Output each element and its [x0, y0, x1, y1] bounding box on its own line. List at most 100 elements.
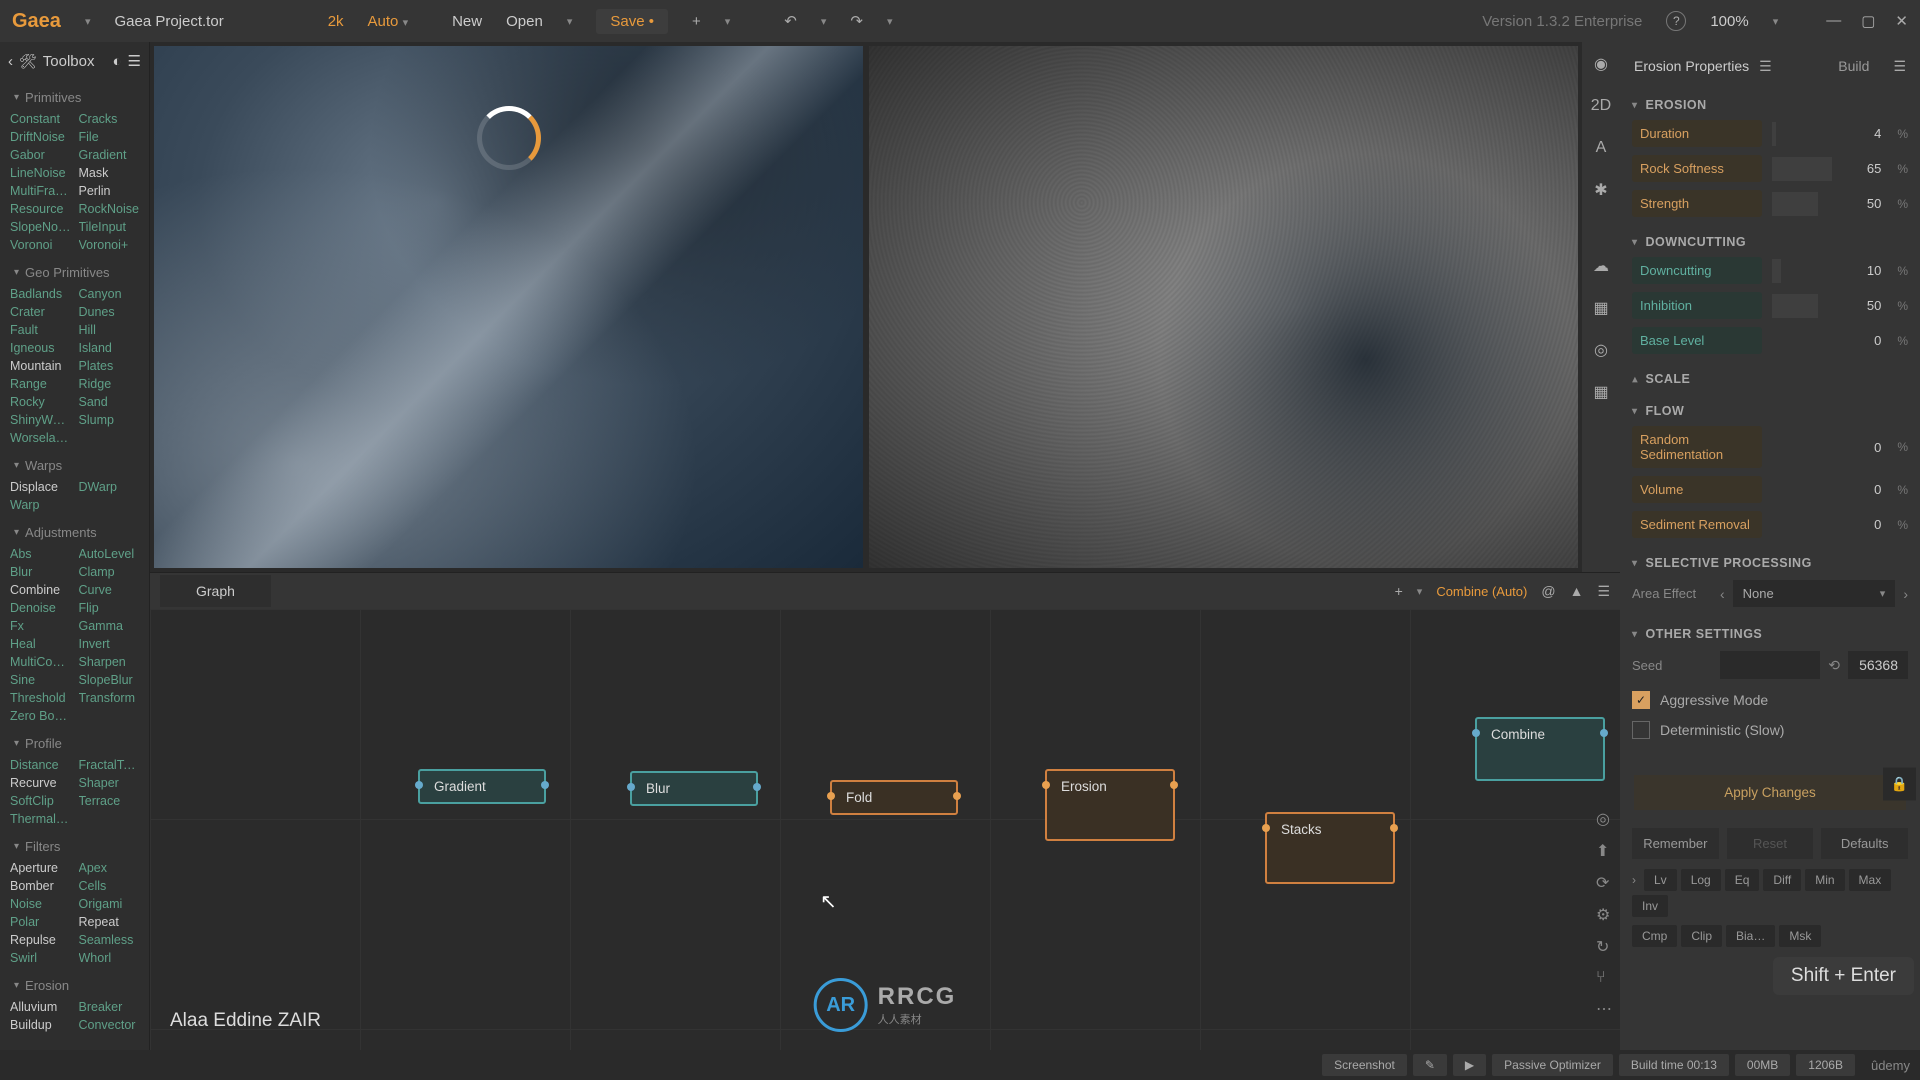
node-icon[interactable]: ◎	[1596, 809, 1612, 829]
branch-icon[interactable]: ⑂	[1596, 969, 1612, 987]
pill-lv[interactable]: Lv	[1644, 869, 1677, 891]
viewport-tool-4[interactable]: ☁	[1587, 252, 1615, 280]
toolbox-item[interactable]: Dunes	[79, 304, 140, 320]
chevron-left-icon[interactable]: ‹	[8, 53, 13, 70]
toolbox-item[interactable]: Slump	[79, 412, 140, 428]
prop-row[interactable]: Downcutting10%	[1626, 253, 1914, 288]
seed-randomize-icon[interactable]: ⟲	[1828, 657, 1840, 674]
toolbox-item[interactable]: SlopeNoise	[10, 219, 71, 235]
toolbox-item[interactable]	[79, 430, 140, 446]
node-stacks[interactable]: Stacks	[1265, 812, 1395, 884]
toolbox-item[interactable]: Repulse	[10, 932, 71, 948]
toolbox-item[interactable]: Plates	[79, 358, 140, 374]
viewport-3d[interactable]	[154, 46, 863, 568]
toolbox-item[interactable]: RockNoise	[79, 201, 140, 217]
prop-row[interactable]: Random Sedimentation0%	[1626, 422, 1914, 472]
save-button[interactable]: Save •	[596, 9, 668, 34]
toolbox-item[interactable]: MultiCom…	[10, 654, 71, 670]
viewport-2d[interactable]	[869, 46, 1578, 568]
undo-chevron[interactable]: ▾	[821, 15, 827, 28]
prop-row[interactable]: Base Level0%	[1626, 323, 1914, 358]
toolbox-item[interactable]: Igneous	[10, 340, 71, 356]
toolbox-item[interactable]: Canyon	[79, 286, 140, 302]
save-chevron[interactable]: ▾	[725, 15, 731, 28]
toolbox-item[interactable]: Displace	[10, 479, 71, 495]
toolbox-item[interactable]: Aperture	[10, 860, 71, 876]
flow-section[interactable]: ▾FLOW	[1626, 400, 1914, 422]
toolbox-item[interactable]: Worselands	[10, 430, 71, 446]
toolbox-item[interactable]: Mountain	[10, 358, 71, 374]
toolbox-item[interactable]	[79, 708, 140, 724]
prop-row[interactable]: Duration4%	[1626, 116, 1914, 151]
pill-inv[interactable]: Inv	[1632, 895, 1668, 917]
toolbox-item[interactable]: Swirl	[10, 950, 71, 966]
toolbox-item[interactable]: SlopeBlur	[79, 672, 140, 688]
auto-button[interactable]: Auto	[368, 13, 399, 30]
toolbox-item[interactable]: Invert	[79, 636, 140, 652]
toolbox-item[interactable]: Hill	[79, 322, 140, 338]
maximize-icon[interactable]: ▢	[1861, 12, 1875, 30]
downcutting-section[interactable]: ▾DOWNCUTTING	[1626, 231, 1914, 253]
toolbox-item[interactable]: Recurve	[10, 775, 71, 791]
toolbox-item[interactable]: Gamma	[79, 618, 140, 634]
toolbox-item[interactable]: Voronoi+	[79, 237, 140, 253]
node-blur[interactable]: Blur	[630, 771, 758, 806]
toolbox-item[interactable]: Combine	[10, 582, 71, 598]
viewport-tool-0[interactable]: ◉	[1587, 50, 1615, 78]
section-primitives[interactable]: ▾Primitives	[6, 86, 143, 109]
logo-chevron[interactable]: ▾	[85, 15, 91, 28]
viewport-tool-1[interactable]: 2D	[1587, 92, 1615, 120]
build-menu-icon[interactable]: ☰	[1893, 58, 1906, 75]
toolbox-menu-icon[interactable]: ☰	[128, 52, 141, 70]
toolbox-item[interactable]: Terrace	[79, 793, 140, 809]
prop-row[interactable]: Volume0%	[1626, 472, 1914, 507]
toolbox-item[interactable]: Convector	[79, 1017, 140, 1033]
erosion-section[interactable]: ▾EROSION	[1626, 94, 1914, 116]
node-combine[interactable]: Combine	[1475, 717, 1605, 781]
app-logo[interactable]: Gaea	[12, 10, 61, 33]
section-adjustments[interactable]: ▾Adjustments	[6, 521, 143, 544]
aggressive-checkbox[interactable]: ✓	[1632, 691, 1650, 709]
section-filters[interactable]: ▾Filters	[6, 835, 143, 858]
play-icon[interactable]: ▶	[1453, 1054, 1486, 1076]
graph-menu-icon[interactable]: ☰	[1597, 583, 1610, 600]
apply-button[interactable]: Apply Changes	[1634, 775, 1906, 810]
pill-bia…[interactable]: Bia…	[1726, 925, 1775, 947]
node-gradient[interactable]: Gradient	[418, 769, 546, 804]
toolbox-item[interactable]: ThermalS…	[10, 811, 71, 827]
selective-processing-section[interactable]: ▾SELECTIVE PROCESSING	[1626, 552, 1914, 574]
auto-chevron[interactable]: ▾	[403, 17, 409, 29]
toolbox-item[interactable]: Resource	[10, 201, 71, 217]
viewport-tool-2[interactable]: A	[1587, 134, 1615, 162]
new-button[interactable]: New	[452, 13, 482, 30]
toolbox-item[interactable]: Fault	[10, 322, 71, 338]
toolbox-item[interactable]: Zero Bord…	[10, 708, 71, 724]
prop-row[interactable]: Sediment Removal0%	[1626, 507, 1914, 542]
toolbox-item[interactable]: Whorl	[79, 950, 140, 966]
toolbox-item[interactable]: Transform	[79, 690, 140, 706]
toolbox-item[interactable]	[79, 497, 140, 513]
section-erosion[interactable]: ▾Erosion	[6, 974, 143, 997]
viewport-tool-7[interactable]: ▦	[1587, 378, 1615, 406]
toolbox-item[interactable]: Buildup	[10, 1017, 71, 1033]
pill-cmp[interactable]: Cmp	[1632, 925, 1677, 947]
node-fold[interactable]: Fold	[830, 780, 958, 815]
toolbox-item[interactable]: Mask	[79, 165, 140, 181]
more-icon[interactable]: ⋯	[1596, 999, 1612, 1019]
toolbox-item[interactable]: Threshold	[10, 690, 71, 706]
remember-button[interactable]: Remember	[1632, 828, 1719, 859]
help-icon[interactable]: ?	[1666, 11, 1686, 31]
other-settings-section[interactable]: ▾OTHER SETTINGS	[1626, 623, 1914, 645]
toolbox-item[interactable]: Denoise	[10, 600, 71, 616]
pen-icon[interactable]: ✎	[1413, 1054, 1447, 1076]
pill-msk[interactable]: Msk	[1779, 925, 1821, 947]
toolbox-item[interactable]: Bomber	[10, 878, 71, 894]
reset-button[interactable]: Reset	[1727, 828, 1814, 859]
gear-icon[interactable]: ⚙	[1596, 905, 1612, 925]
toolbox-item[interactable]: Sine	[10, 672, 71, 688]
add-chevron[interactable]: ▾	[1417, 585, 1423, 598]
toolbox-item[interactable]: AutoLevel	[79, 546, 140, 562]
pill-clip[interactable]: Clip	[1681, 925, 1722, 947]
deterministic-checkbox[interactable]	[1632, 721, 1650, 739]
passive-optimizer-button[interactable]: Passive Optimizer	[1492, 1054, 1613, 1076]
